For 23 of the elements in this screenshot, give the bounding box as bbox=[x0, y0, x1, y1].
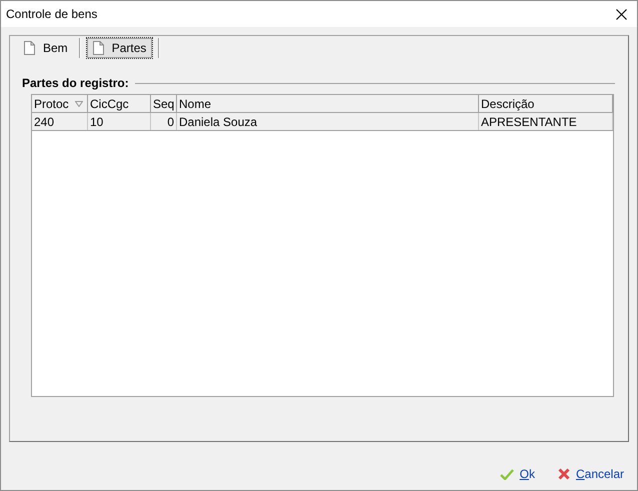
table-row[interactable]: 240 10 0 Daniela Souza APRESENTANTE bbox=[32, 113, 613, 131]
document-icon bbox=[24, 41, 35, 55]
table-cell-text: APRESENTANTE bbox=[481, 114, 578, 130]
close-icon[interactable] bbox=[616, 8, 627, 20]
table-cell-text: Daniela Souza bbox=[179, 114, 258, 130]
window-title: Controle de bens bbox=[6, 6, 98, 23]
column-header[interactable]: Nome bbox=[177, 95, 479, 112]
table-cell-text: 0 bbox=[166, 114, 174, 130]
tab[interactable]: Bem bbox=[19, 38, 73, 58]
table-cell-text: 240 bbox=[34, 114, 56, 130]
tab[interactable]: Partes bbox=[86, 38, 152, 58]
column-header[interactable]: Seq bbox=[151, 95, 177, 112]
column-header[interactable]: CicCgc bbox=[88, 95, 151, 112]
table-cell-text: 10 bbox=[90, 114, 104, 130]
document-icon bbox=[92, 41, 104, 55]
sort-icon bbox=[75, 100, 83, 106]
group-title: Partes do registro: bbox=[22, 75, 130, 92]
x-icon bbox=[558, 468, 570, 480]
column-header[interactable]: Descrição bbox=[479, 95, 613, 112]
cancel-button[interactable]: Cancelar bbox=[558, 465, 624, 483]
ok-button[interactable]: Ok bbox=[500, 465, 535, 483]
column-header[interactable]: Protoc bbox=[32, 95, 88, 112]
checkmark-icon bbox=[500, 468, 514, 480]
